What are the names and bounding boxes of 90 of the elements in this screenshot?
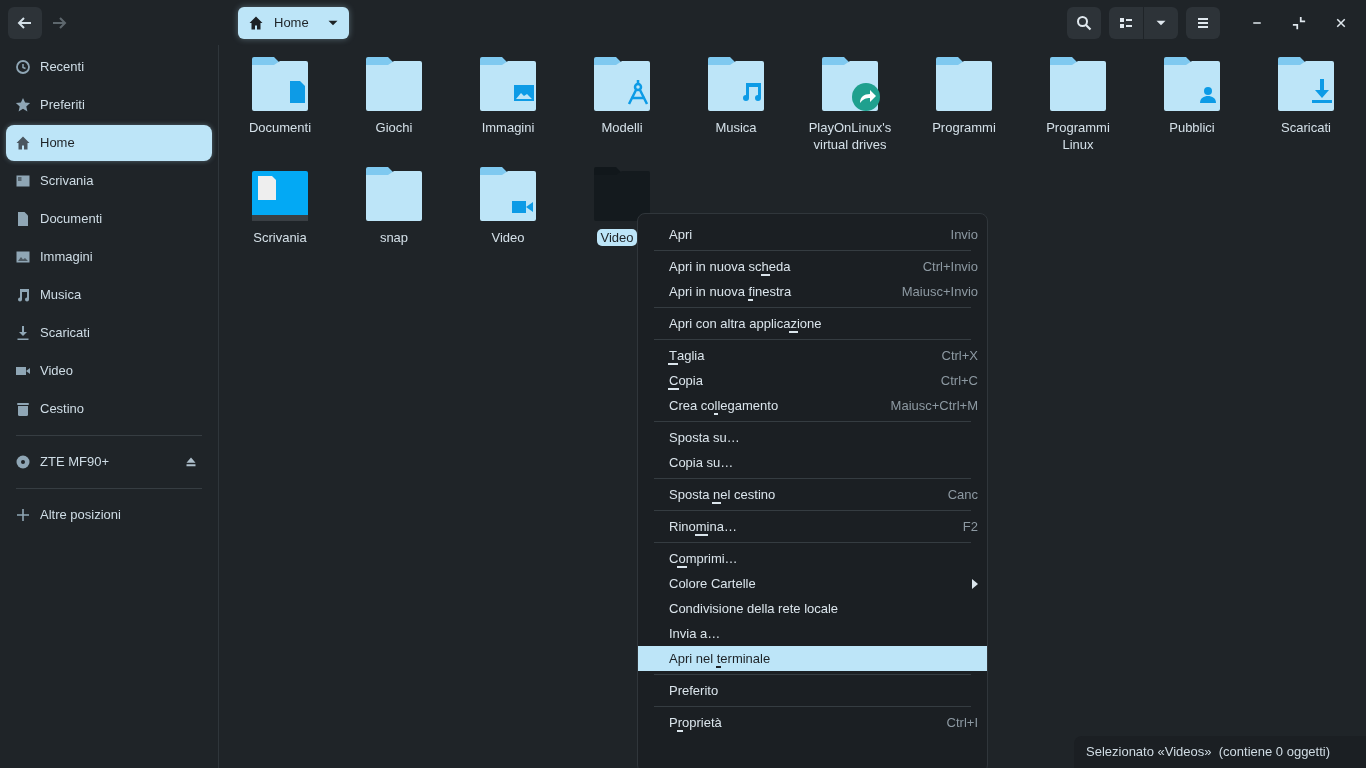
menu-item[interactable]: Condivisione della rete locale [638,596,987,621]
sidebar-item[interactable]: Preferiti [6,87,212,123]
file-name: Scaricati [1280,119,1332,136]
menu-button[interactable] [1186,6,1220,39]
desktop-icon [15,173,31,189]
menu-item[interactable]: Apri nel terminale [638,646,987,671]
compass-folder-icon[interactable] [594,57,650,113]
shortcut-text: Maiusc+Invio [901,282,978,301]
menu-item[interactable]: Apri con altra applicazione [638,311,987,336]
menu-item[interactable]: Taglia Ctrl+X [638,343,987,368]
menu-item[interactable]: Crea collegamento Maiusc+Ctrl+M [638,393,987,418]
eject-icon[interactable] [185,456,197,468]
file-name: Musica [714,119,758,136]
file-name: PlayOnLinux's virtual drives [807,119,893,153]
file-name: Video [597,229,637,246]
desktop-icon[interactable] [252,171,308,221]
sidebar-item[interactable]: Recenti [6,49,212,85]
menu-item[interactable]: Invia a… [638,621,987,646]
shortcut-text: Ctrl+Invio [922,257,978,276]
document-folder-icon[interactable] [252,57,308,113]
close-icon [1335,16,1347,29]
menu-item[interactable]: Copia Ctrl+C [638,368,987,393]
sidebar-item[interactable]: ZTE MF90+ [6,444,212,480]
file-name: Programmi [931,119,997,136]
shortcut-text: Invio [950,225,978,244]
search-button[interactable] [1067,6,1101,39]
menu-item[interactable]: Colore Cartelle [638,571,987,596]
back-button[interactable] [8,6,42,39]
shortcut-text: Ctrl+I [946,713,978,732]
shortcut-text: Maiusc+Ctrl+M [890,396,978,415]
status-text: Selezionato «Videos» (contiene 0 oggetti) [1086,743,1331,762]
file-name: Programmi Linux [1045,119,1111,153]
sidebar-item[interactable]: Immagini [6,239,212,275]
file-name: Pubblici [1168,119,1216,136]
folder-icon[interactable] [936,57,992,113]
menu-item[interactable]: Comprimi… [638,546,987,571]
file-name: Modelli [600,119,644,136]
file-name: Giochi [374,119,414,136]
menu-item[interactable]: Sposta nel cestino Canc [638,482,987,507]
home-icon [15,135,31,151]
music-note-icon [15,287,31,303]
file-name: Scrivania [252,229,308,246]
menu-item[interactable]: Rinomina… F2 [638,514,987,539]
menu-item[interactable]: Apri in nuova finestra Maiusc+Invio [638,279,987,304]
search-icon [1076,14,1092,31]
restore-icon [1292,15,1306,30]
video-folder-icon[interactable] [480,167,536,223]
user-folder-icon[interactable] [1164,57,1220,113]
sidebar-item[interactable]: Home [6,125,212,161]
menu-item[interactable]: Sposta su… [638,425,987,450]
download-folder-icon[interactable] [1278,57,1334,113]
download-icon [15,325,31,341]
image-folder-icon[interactable] [480,57,536,113]
file-name: Video [490,229,526,246]
view-button[interactable] [1109,6,1143,39]
menu-item[interactable]: Apri in nuova scheda Ctrl+Invio [638,254,987,279]
folder-icon[interactable] [366,167,422,223]
shortcut-text: Ctrl+X [941,346,978,365]
menu-item[interactable]: Apri Invio [638,222,987,247]
home-icon [248,14,264,31]
sidebar-item[interactable]: Scrivania [6,163,212,199]
file-name: Immagini [480,119,536,136]
shortcut-text: Ctrl+C [940,371,978,390]
music-folder-icon[interactable] [708,57,764,113]
sidebar-item[interactable]: Musica [6,277,212,313]
shared-folder-icon[interactable] [822,57,878,113]
folder-icon[interactable] [1050,57,1106,113]
trash-icon [15,401,31,417]
file-name: snap [378,229,410,246]
back-arrow-icon [17,14,33,31]
clock-icon [15,59,31,75]
disc-icon [15,454,31,470]
star-icon [15,97,31,113]
sidebar-item[interactable]: Altre posizioni [6,497,212,533]
menu-item[interactable]: Preferito [638,678,987,703]
sidebar-item[interactable]: Video [6,353,212,389]
menu-item[interactable]: Copia su… [638,450,987,475]
sidebar-item[interactable]: Documenti [6,201,212,237]
file-name: Documenti [247,119,313,136]
sidebar-item[interactable]: Cestino [6,391,212,427]
document-icon [15,211,31,227]
shortcut-text: Canc [947,485,978,504]
folder-icon[interactable] [366,57,422,113]
plus-icon [15,507,31,523]
shortcut-text: F2 [962,517,978,536]
image-icon [15,249,31,265]
menu-item[interactable]: Proprietà Ctrl+I [638,710,987,735]
forward-arrow-icon [51,14,67,31]
path-button[interactable]: Home [238,6,349,39]
sidebar-item[interactable]: Scaricati [6,315,212,351]
